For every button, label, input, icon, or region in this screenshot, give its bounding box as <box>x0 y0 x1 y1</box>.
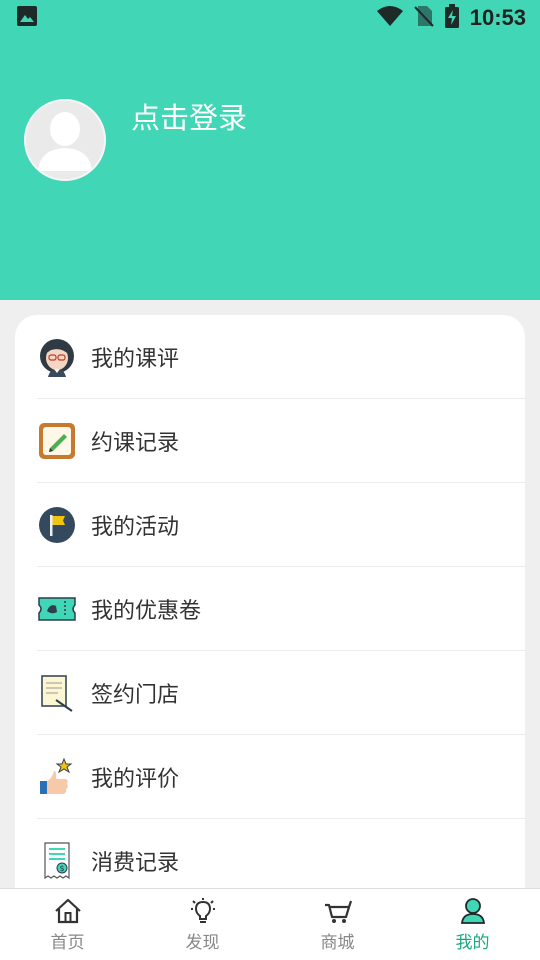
contract-document-icon <box>37 673 77 713</box>
notepad-pencil-icon <box>37 421 77 461</box>
tab-label: 首页 <box>50 933 85 953</box>
home-icon <box>54 898 81 924</box>
menu-item-label: 我的课评 <box>91 347 180 372</box>
status-time: 10:53 <box>469 5 526 30</box>
default-avatar-icon <box>26 101 104 179</box>
user-icon <box>460 898 485 924</box>
menu-item-course-reviews[interactable]: 我的课评 <box>15 315 525 399</box>
menu-item-booking-records[interactable]: 约课记录 <box>15 399 525 483</box>
tab-discover[interactable]: 发现 <box>135 889 270 960</box>
avatar[interactable] <box>24 99 106 181</box>
tab-home[interactable]: 首页 <box>0 889 135 960</box>
menu-item-contracted-stores[interactable]: 签约门店 <box>15 651 525 735</box>
menu-item-label: 签约门店 <box>91 683 180 708</box>
menu-item-my-activities[interactable]: 我的活动 <box>15 483 525 567</box>
no-sim-icon <box>413 5 434 31</box>
battery-charging-icon <box>444 4 460 32</box>
menu-item-label: 我的优惠卷 <box>91 599 202 624</box>
menu-item-label: 约课记录 <box>91 431 180 456</box>
bottom-tab-bar: 首页 发现 商城 我的 <box>0 888 540 960</box>
image-icon <box>16 5 38 31</box>
menu-card: 我的课评 约课记录 我的活动 我的优惠卷 签约门店 我的评价 $ 消费记录 <box>15 315 525 915</box>
menu-item-label: 消费记录 <box>91 851 180 876</box>
tab-mine[interactable]: 我的 <box>405 889 540 960</box>
teacher-avatar-icon <box>37 337 77 377</box>
wifi-icon <box>376 5 404 31</box>
login-prompt[interactable]: 点击登录 <box>131 100 247 136</box>
flag-icon <box>37 505 77 545</box>
lightbulb-icon <box>190 898 215 923</box>
tab-label: 我的 <box>455 933 490 953</box>
menu-item-label: 我的活动 <box>91 515 180 540</box>
tab-label: 发现 <box>185 933 220 953</box>
menu-item-my-coupons[interactable]: 我的优惠卷 <box>15 567 525 651</box>
profile-header: 10:53 点击登录 <box>0 0 540 300</box>
svg-text:$: $ <box>59 864 64 873</box>
thumbs-up-star-icon <box>37 757 77 797</box>
tab-mall[interactable]: 商城 <box>270 889 405 960</box>
receipt-icon: $ <box>37 841 77 881</box>
menu-item-my-ratings[interactable]: 我的评价 <box>15 735 525 819</box>
cart-icon <box>324 900 352 923</box>
menu-item-label: 我的评价 <box>91 767 180 792</box>
tab-label: 商城 <box>320 933 355 953</box>
status-bar: 10:53 <box>0 0 540 36</box>
coupon-ticket-icon <box>37 589 77 629</box>
